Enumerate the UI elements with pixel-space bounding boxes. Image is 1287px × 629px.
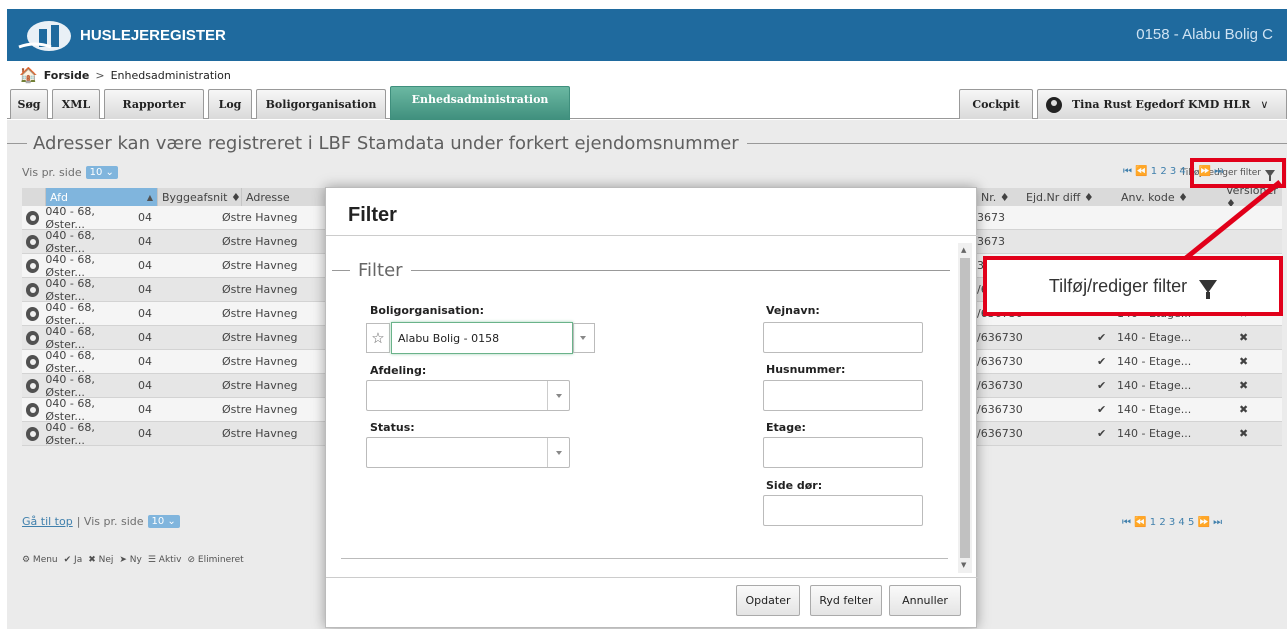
annotation-zoom-label: Tilføj/rediger filter [1048, 275, 1188, 296]
tab-xml[interactable]: XML [52, 89, 100, 119]
user-menu[interactable]: Tina Rust Egedorf KMD HLR ∨ [1037, 89, 1287, 119]
fieldset-legend-text: Filter [358, 260, 403, 281]
breadcrumb-separator: > [95, 68, 105, 82]
annotation-connector [1184, 180, 1282, 260]
filter-dialog: Filter Filter Boligorganisation: ☆ Alabu… [325, 187, 978, 628]
scroll-thumb[interactable] [960, 258, 970, 558]
side-dor-label: Side dør: [766, 479, 823, 492]
status-select[interactable] [366, 437, 570, 468]
tab-log[interactable]: Log [208, 89, 252, 119]
husnummer-label: Husnummer: [766, 363, 846, 376]
organisation-label: 0158 - Alabu Bolig C [1136, 26, 1273, 43]
tab-boligorganisation[interactable]: Boligorganisation [256, 89, 386, 119]
update-button[interactable]: Opdater [736, 585, 800, 616]
filter-fieldset-legend: Filter [332, 260, 950, 281]
home-icon[interactable]: 🏠 [19, 66, 38, 84]
annotation-zoom: Tilføj/rediger filter [983, 256, 1283, 316]
breadcrumb: 🏠 Forside > Enhedsadministration [7, 64, 1287, 86]
cancel-button[interactable]: Annuller [889, 585, 961, 616]
logo-icon [18, 21, 71, 51]
dialog-scrollbar[interactable]: ▲ ▼ [958, 243, 972, 573]
breadcrumb-current: Enhedsadministration [110, 68, 231, 82]
tab-rapporter[interactable]: Rapporter [104, 89, 204, 119]
chevron-down-icon [572, 324, 594, 352]
chevron-down-icon [547, 381, 569, 410]
legend-rule-right [410, 270, 950, 271]
dialog-header-divider [326, 235, 978, 236]
brand-title[interactable]: HUSLEJEREGISTER [80, 27, 226, 44]
tab-enhedsadministration[interactable]: Enhedsadministration [390, 86, 570, 120]
etage-input[interactable] [763, 437, 923, 468]
app-header: HUSLEJEREGISTER 0158 - Alabu Bolig C [7, 9, 1287, 61]
chevron-down-icon: ∨ [1260, 98, 1269, 111]
afdeling-select[interactable] [366, 380, 570, 411]
fieldset-bottom-rule [341, 558, 948, 559]
side-dor-input[interactable] [763, 495, 923, 526]
vejnavn-label: Vejnavn: [766, 304, 820, 317]
clear-fields-button[interactable]: Ryd felter [810, 585, 882, 616]
user-name: Tina Rust Egedorf KMD HLR [1072, 98, 1251, 111]
star-icon[interactable]: ☆ [366, 323, 390, 353]
afdeling-label: Afdeling: [370, 364, 427, 377]
boligorganisation-label: Boligorganisation: [370, 304, 485, 317]
dialog-footer-divider [326, 577, 978, 578]
dialog-title: Filter [348, 204, 397, 226]
breadcrumb-home[interactable]: Forside [44, 69, 90, 82]
filter-icon [1199, 279, 1218, 299]
boligorganisation-dropdown-button[interactable] [573, 323, 595, 353]
status-label: Status: [370, 421, 415, 434]
tab-bar: Søg XML Rapporter Log Boligorganisation … [7, 86, 1287, 120]
legend-rule-left [332, 270, 350, 271]
tab-cockpit[interactable]: Cockpit [959, 89, 1033, 119]
user-icon [1046, 96, 1062, 113]
tab-sog[interactable]: Søg [10, 89, 48, 119]
etage-label: Etage: [766, 421, 806, 434]
boligorganisation-input[interactable]: Alabu Bolig - 0158 [391, 322, 573, 354]
husnummer-input[interactable] [763, 380, 923, 411]
chevron-down-icon [547, 438, 569, 467]
scroll-down-icon[interactable]: ▼ [961, 561, 966, 569]
vejnavn-input[interactable] [763, 322, 923, 353]
scroll-up-icon[interactable]: ▲ [961, 246, 966, 254]
